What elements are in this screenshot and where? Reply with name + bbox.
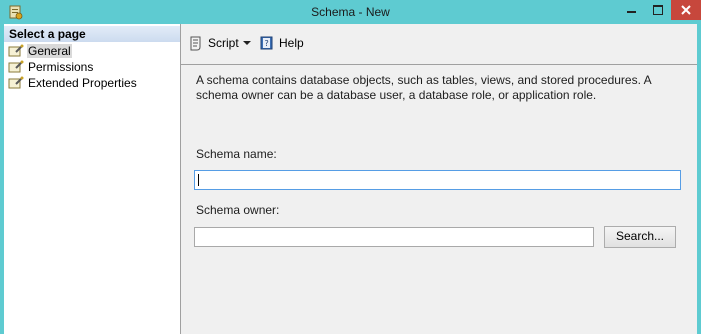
help-label: Help	[279, 36, 304, 50]
window-frame-right	[697, 24, 701, 334]
close-icon	[681, 5, 691, 15]
page-item-label: Extended Properties	[28, 75, 137, 90]
text-caret	[198, 174, 199, 186]
title-bar: Schema - New	[0, 0, 701, 24]
schema-description: A schema contains database objects, such…	[196, 73, 651, 102]
page-item-extended-properties[interactable]: Extended Properties	[8, 75, 138, 90]
select-page-header: Select a page	[4, 26, 180, 42]
wrench-page-icon	[8, 44, 24, 58]
help-book-icon: ?	[259, 35, 275, 51]
script-label: Script	[208, 36, 239, 50]
schema-name-input[interactable]	[194, 170, 681, 190]
close-button[interactable]	[671, 0, 701, 20]
help-button[interactable]: ? Help	[259, 34, 304, 52]
maximize-button[interactable]	[645, 0, 671, 20]
schema-owner-label: Schema owner:	[196, 203, 280, 217]
page-item-label: Permissions	[28, 59, 94, 74]
toolbar: Script ? Help	[181, 24, 697, 65]
script-dropdown-icon[interactable]	[243, 41, 251, 45]
page-item-permissions[interactable]: Permissions	[8, 59, 94, 74]
page-item-general[interactable]: General	[8, 43, 72, 58]
svg-text:?: ?	[265, 39, 269, 48]
search-button[interactable]: Search...	[604, 226, 676, 248]
window-title: Schema - New	[311, 5, 390, 19]
schema-name-label: Schema name:	[196, 147, 277, 161]
page-item-label: General	[27, 43, 72, 58]
select-page-pane: Select a page General Permissions Extend…	[4, 24, 181, 334]
schema-general-page: A schema contains database objects, such…	[181, 65, 697, 334]
script-icon	[188, 35, 204, 51]
minimize-button[interactable]	[619, 0, 645, 20]
script-button[interactable]: Script	[188, 34, 239, 52]
wrench-page-icon	[8, 76, 24, 90]
wrench-page-icon	[8, 60, 24, 74]
schema-owner-input[interactable]	[194, 227, 594, 247]
